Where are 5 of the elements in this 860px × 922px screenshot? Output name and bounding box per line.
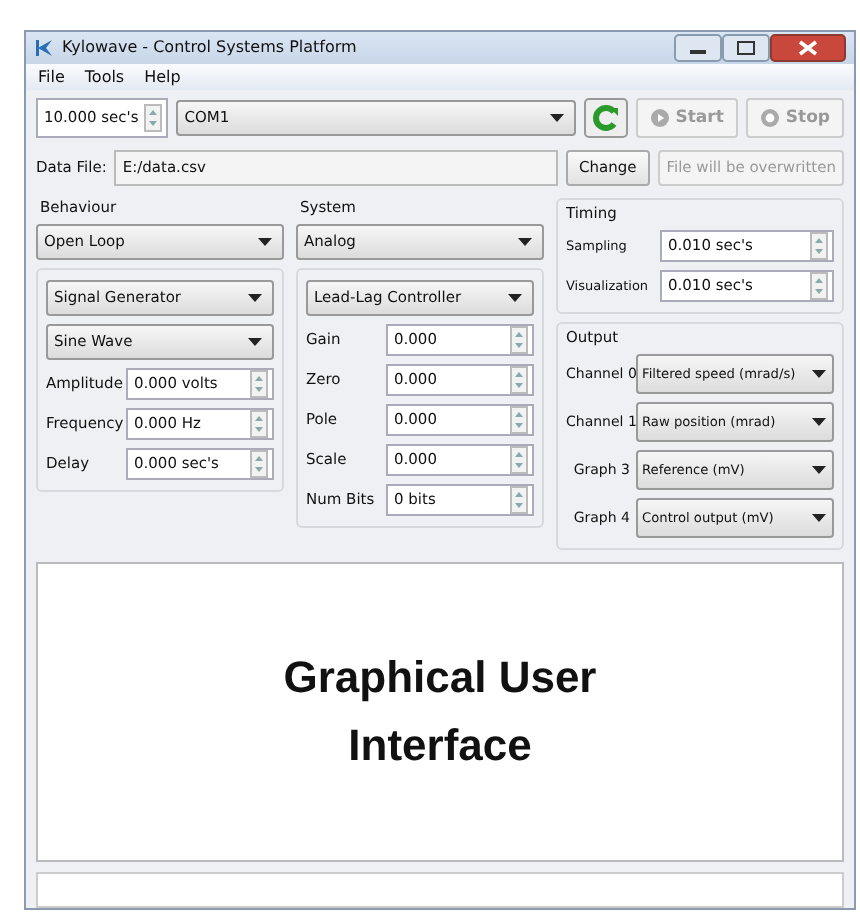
window-title: Kylowave - Control Systems Platform [62, 38, 359, 57]
placeholder-text: Graphical User Interface [281, 649, 599, 774]
menu-item[interactable]: Help [142, 67, 183, 86]
menu-item[interactable]: File [36, 67, 67, 86]
menu-item[interactable]: Tools [82, 67, 127, 86]
